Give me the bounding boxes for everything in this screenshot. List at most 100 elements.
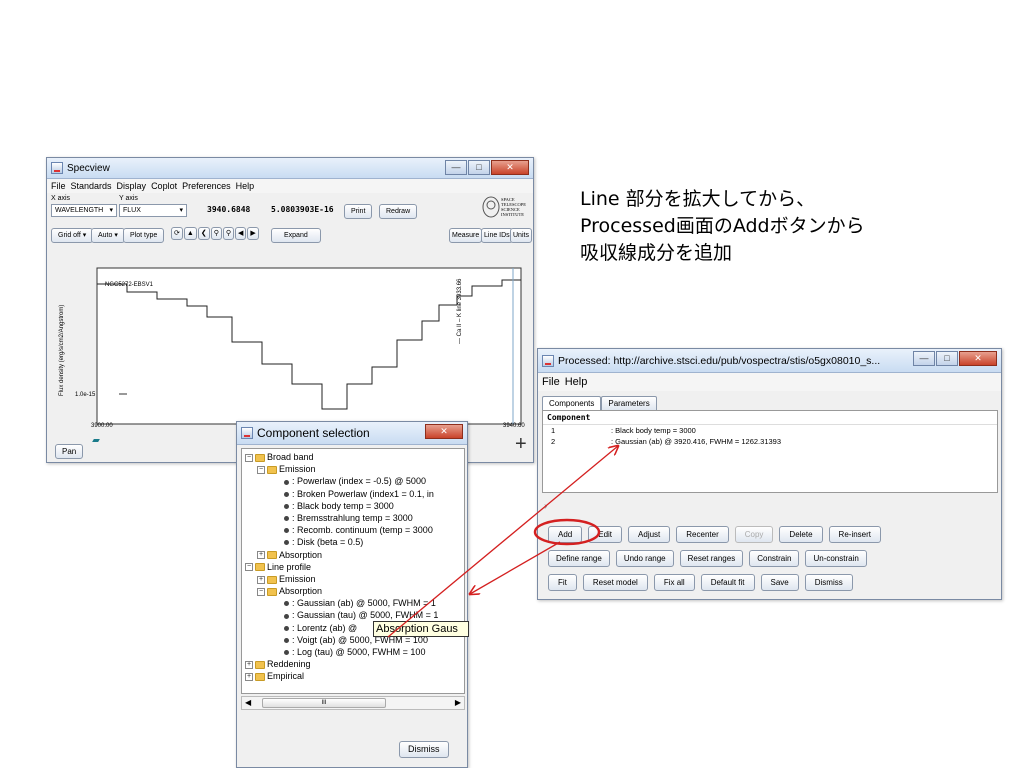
menu-file[interactable]: File [542, 376, 560, 388]
collapse-icon[interactable]: − [245, 563, 253, 572]
close-icon[interactable]: ✕ [959, 351, 997, 366]
tree-leaf[interactable]: : Bremsstrahlung temp = 3000 [245, 512, 461, 524]
list-item[interactable]: 1 : Black body temp = 3000 [543, 425, 997, 436]
processed-window: Processed: http://archive.stsci.edu/pub/… [537, 348, 1002, 600]
edit-button[interactable]: Edit [588, 526, 623, 543]
spectrum-plot[interactable]: NGC5272-EBSV1 1.0e-15 3900.00 3940.60 Fl… [47, 244, 533, 434]
home-icon[interactable]: ▲ [183, 227, 197, 240]
define-range-button[interactable]: Define range [548, 550, 610, 567]
zoom-in-icon[interactable]: ⚲ [222, 227, 234, 240]
tree-node-emission[interactable]: + Emission [245, 573, 461, 585]
measure-button[interactable]: Measure [449, 228, 483, 243]
tree-node-reddening[interactable]: + Reddening [245, 658, 461, 670]
save-button[interactable]: Save [760, 574, 799, 591]
adjust-button[interactable]: Adjust [628, 526, 671, 543]
dismiss-button[interactable]: Dismiss [399, 741, 449, 758]
tab-parameters[interactable]: Parameters [601, 396, 657, 411]
line-ids-button[interactable]: Line IDs [481, 228, 513, 243]
tree-leaf[interactable]: : Disk (beta = 0.5) [245, 536, 461, 548]
menu-standards[interactable]: Standards [71, 181, 112, 191]
auto-select[interactable]: Auto ▾ [91, 228, 125, 243]
menu-preferences[interactable]: Preferences [182, 181, 231, 191]
tree-leaf[interactable]: : Powerlaw (index = -0.5) @ 5000 [245, 475, 461, 487]
zoom-out-icon[interactable]: ⚲ [210, 227, 222, 240]
tree-label: : Powerlaw (index = -0.5) @ 5000 [292, 476, 426, 487]
tree-node-absorption[interactable]: + Absorption [245, 549, 461, 561]
collapse-icon[interactable]: − [245, 453, 253, 462]
tree-leaf[interactable]: : Recomb. continuum (temp = 3000 [245, 524, 461, 536]
close-icon[interactable]: ✕ [425, 424, 463, 439]
minimize-icon[interactable]: — [445, 160, 467, 175]
bullet-icon [284, 516, 289, 522]
reinsert-button[interactable]: Re-insert [828, 526, 881, 543]
constrain-button[interactable]: Constrain [749, 550, 800, 567]
grid-toggle-label: Grid off [58, 232, 81, 239]
default-fit-button[interactable]: Default fit [700, 574, 755, 591]
plot-type-button[interactable]: Plot type [123, 228, 165, 243]
dismiss-button[interactable]: Dismiss [804, 574, 853, 591]
rotate-icon[interactable]: ⟳ [171, 227, 183, 240]
maximize-icon[interactable]: □ [468, 160, 490, 175]
pan-right-icon[interactable]: ▶ [247, 227, 259, 240]
delete-button[interactable]: Delete [779, 526, 823, 543]
tree-node-line-profile[interactable]: − Line profile [245, 561, 461, 573]
tree-node-empirical[interactable]: + Empirical [245, 670, 461, 682]
button-row-fit: Fit Reset model Fix all Default fit Save… [548, 574, 853, 591]
tree-label: Reddening [267, 659, 311, 670]
add-button[interactable]: Add [548, 526, 583, 543]
expand-icon[interactable]: + [245, 673, 253, 681]
print-button[interactable]: Print [344, 204, 373, 219]
tree-leaf[interactable]: : Gaussian (ab) @ 5000, FWHM = 1 [245, 597, 461, 609]
tree-node-broad-band[interactable]: − Broad band [245, 451, 461, 463]
minimize-icon[interactable]: — [913, 351, 935, 366]
folder-icon [267, 575, 277, 584]
processed-titlebar[interactable]: Processed: http://archive.stsci.edu/pub/… [538, 349, 1001, 373]
recenter-button[interactable]: Recenter [676, 526, 729, 543]
tree-leaf[interactable]: : Log (tau) @ 5000, FWHM = 100 [245, 646, 461, 658]
menu-file[interactable]: File [51, 181, 66, 191]
tree-label: Absorption [279, 549, 323, 560]
tree-leaf[interactable]: : Broken Powerlaw (index1 = 0.1, in [245, 488, 461, 500]
reset-ranges-button[interactable]: Reset ranges [679, 550, 744, 567]
menu-help[interactable]: Help [236, 181, 255, 191]
unconstrain-button[interactable]: Un-constrain [805, 550, 867, 567]
x-axis-select[interactable]: WAVELENGTH ▾ [51, 204, 117, 217]
expand-icon[interactable]: + [257, 551, 265, 560]
scroll-left-icon[interactable]: ◀ [245, 698, 251, 707]
undo-range-button[interactable]: Undo range [615, 550, 674, 567]
fix-all-button[interactable]: Fix all [653, 574, 695, 591]
bullet-icon [284, 650, 289, 656]
tree-leaf[interactable]: : Black body temp = 3000 [245, 500, 461, 512]
list-item[interactable]: 2 : Gaussian (ab) @ 3920.416, FWHM = 126… [543, 436, 997, 447]
maximize-icon[interactable]: □ [936, 351, 958, 366]
tree-node-absorption[interactable]: − Absorption [245, 585, 461, 597]
reset-model-button[interactable]: Reset model [582, 574, 648, 591]
back-icon[interactable]: ❮ [197, 227, 210, 240]
collapse-icon[interactable]: − [257, 465, 265, 474]
close-icon[interactable]: ✕ [491, 160, 529, 175]
component-index: 1 [551, 426, 556, 435]
tree-node-emission[interactable]: − Emission [245, 463, 461, 475]
y-axis-select[interactable]: FLUX ▾ [119, 204, 187, 217]
collapse-icon[interactable]: − [257, 587, 265, 596]
grid-toggle-select[interactable]: Grid off ▾ [51, 228, 94, 243]
pan-left-icon[interactable]: ◀ [234, 227, 247, 240]
redraw-button[interactable]: Redraw [379, 204, 418, 219]
pan-button[interactable]: Pan [55, 444, 84, 459]
scroll-thumb[interactable]: III [262, 698, 386, 708]
expand-button[interactable]: Expand [271, 228, 321, 243]
tree-leaf[interactable]: : Gaussian (tau) @ 5000, FWHM = 1 [245, 609, 461, 621]
menu-help[interactable]: Help [565, 376, 588, 388]
fit-button[interactable]: Fit [548, 574, 577, 591]
specview-titlebar[interactable]: Specview — □ ✕ [47, 158, 533, 179]
tab-components[interactable]: Components [542, 396, 602, 411]
expand-icon[interactable]: + [257, 575, 265, 584]
tree-label: : Recomb. continuum (temp = 3000 [292, 525, 433, 536]
menu-display[interactable]: Display [117, 181, 147, 191]
scroll-right-icon[interactable]: ▶ [455, 698, 461, 707]
menu-coplot[interactable]: Coplot [151, 181, 177, 191]
expand-icon[interactable]: + [245, 660, 253, 669]
component-selection-titlebar[interactable]: Component selection ✕ [237, 422, 467, 445]
units-button[interactable]: Units [510, 228, 532, 243]
horizontal-scrollbar[interactable]: ◀ III ▶ [241, 696, 465, 710]
